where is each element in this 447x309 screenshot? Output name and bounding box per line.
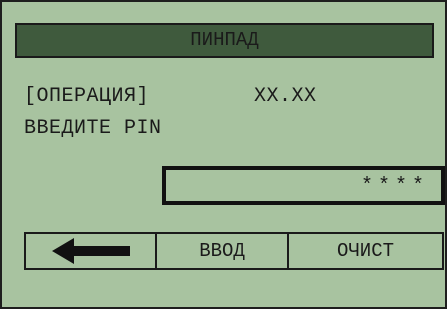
pin-prompt: ВВЕДИТЕ PIN <box>24 117 162 140</box>
enter-button-label: ВВОД <box>199 240 245 262</box>
clear-button-label: ОЧИСТ <box>336 240 394 262</box>
amount-value: XX.XX <box>254 85 317 108</box>
back-button[interactable] <box>26 234 157 268</box>
enter-button[interactable]: ВВОД <box>157 234 289 268</box>
button-row: ВВОД ОЧИСТ <box>24 232 444 270</box>
title-bar: ПИНПАД <box>15 23 434 58</box>
operation-label: [ОПЕРАЦИЯ] <box>24 85 150 108</box>
left-arrow-icon <box>51 238 130 264</box>
pinpad-frame: ПИНПАД [ОПЕРАЦИЯ] XX.XX ВВЕДИТЕ PIN ****… <box>0 0 447 309</box>
clear-button[interactable]: ОЧИСТ <box>289 234 442 268</box>
pin-input[interactable]: **** <box>162 166 445 205</box>
pin-input-value: **** <box>360 175 429 198</box>
page-title: ПИНПАД <box>190 29 259 51</box>
